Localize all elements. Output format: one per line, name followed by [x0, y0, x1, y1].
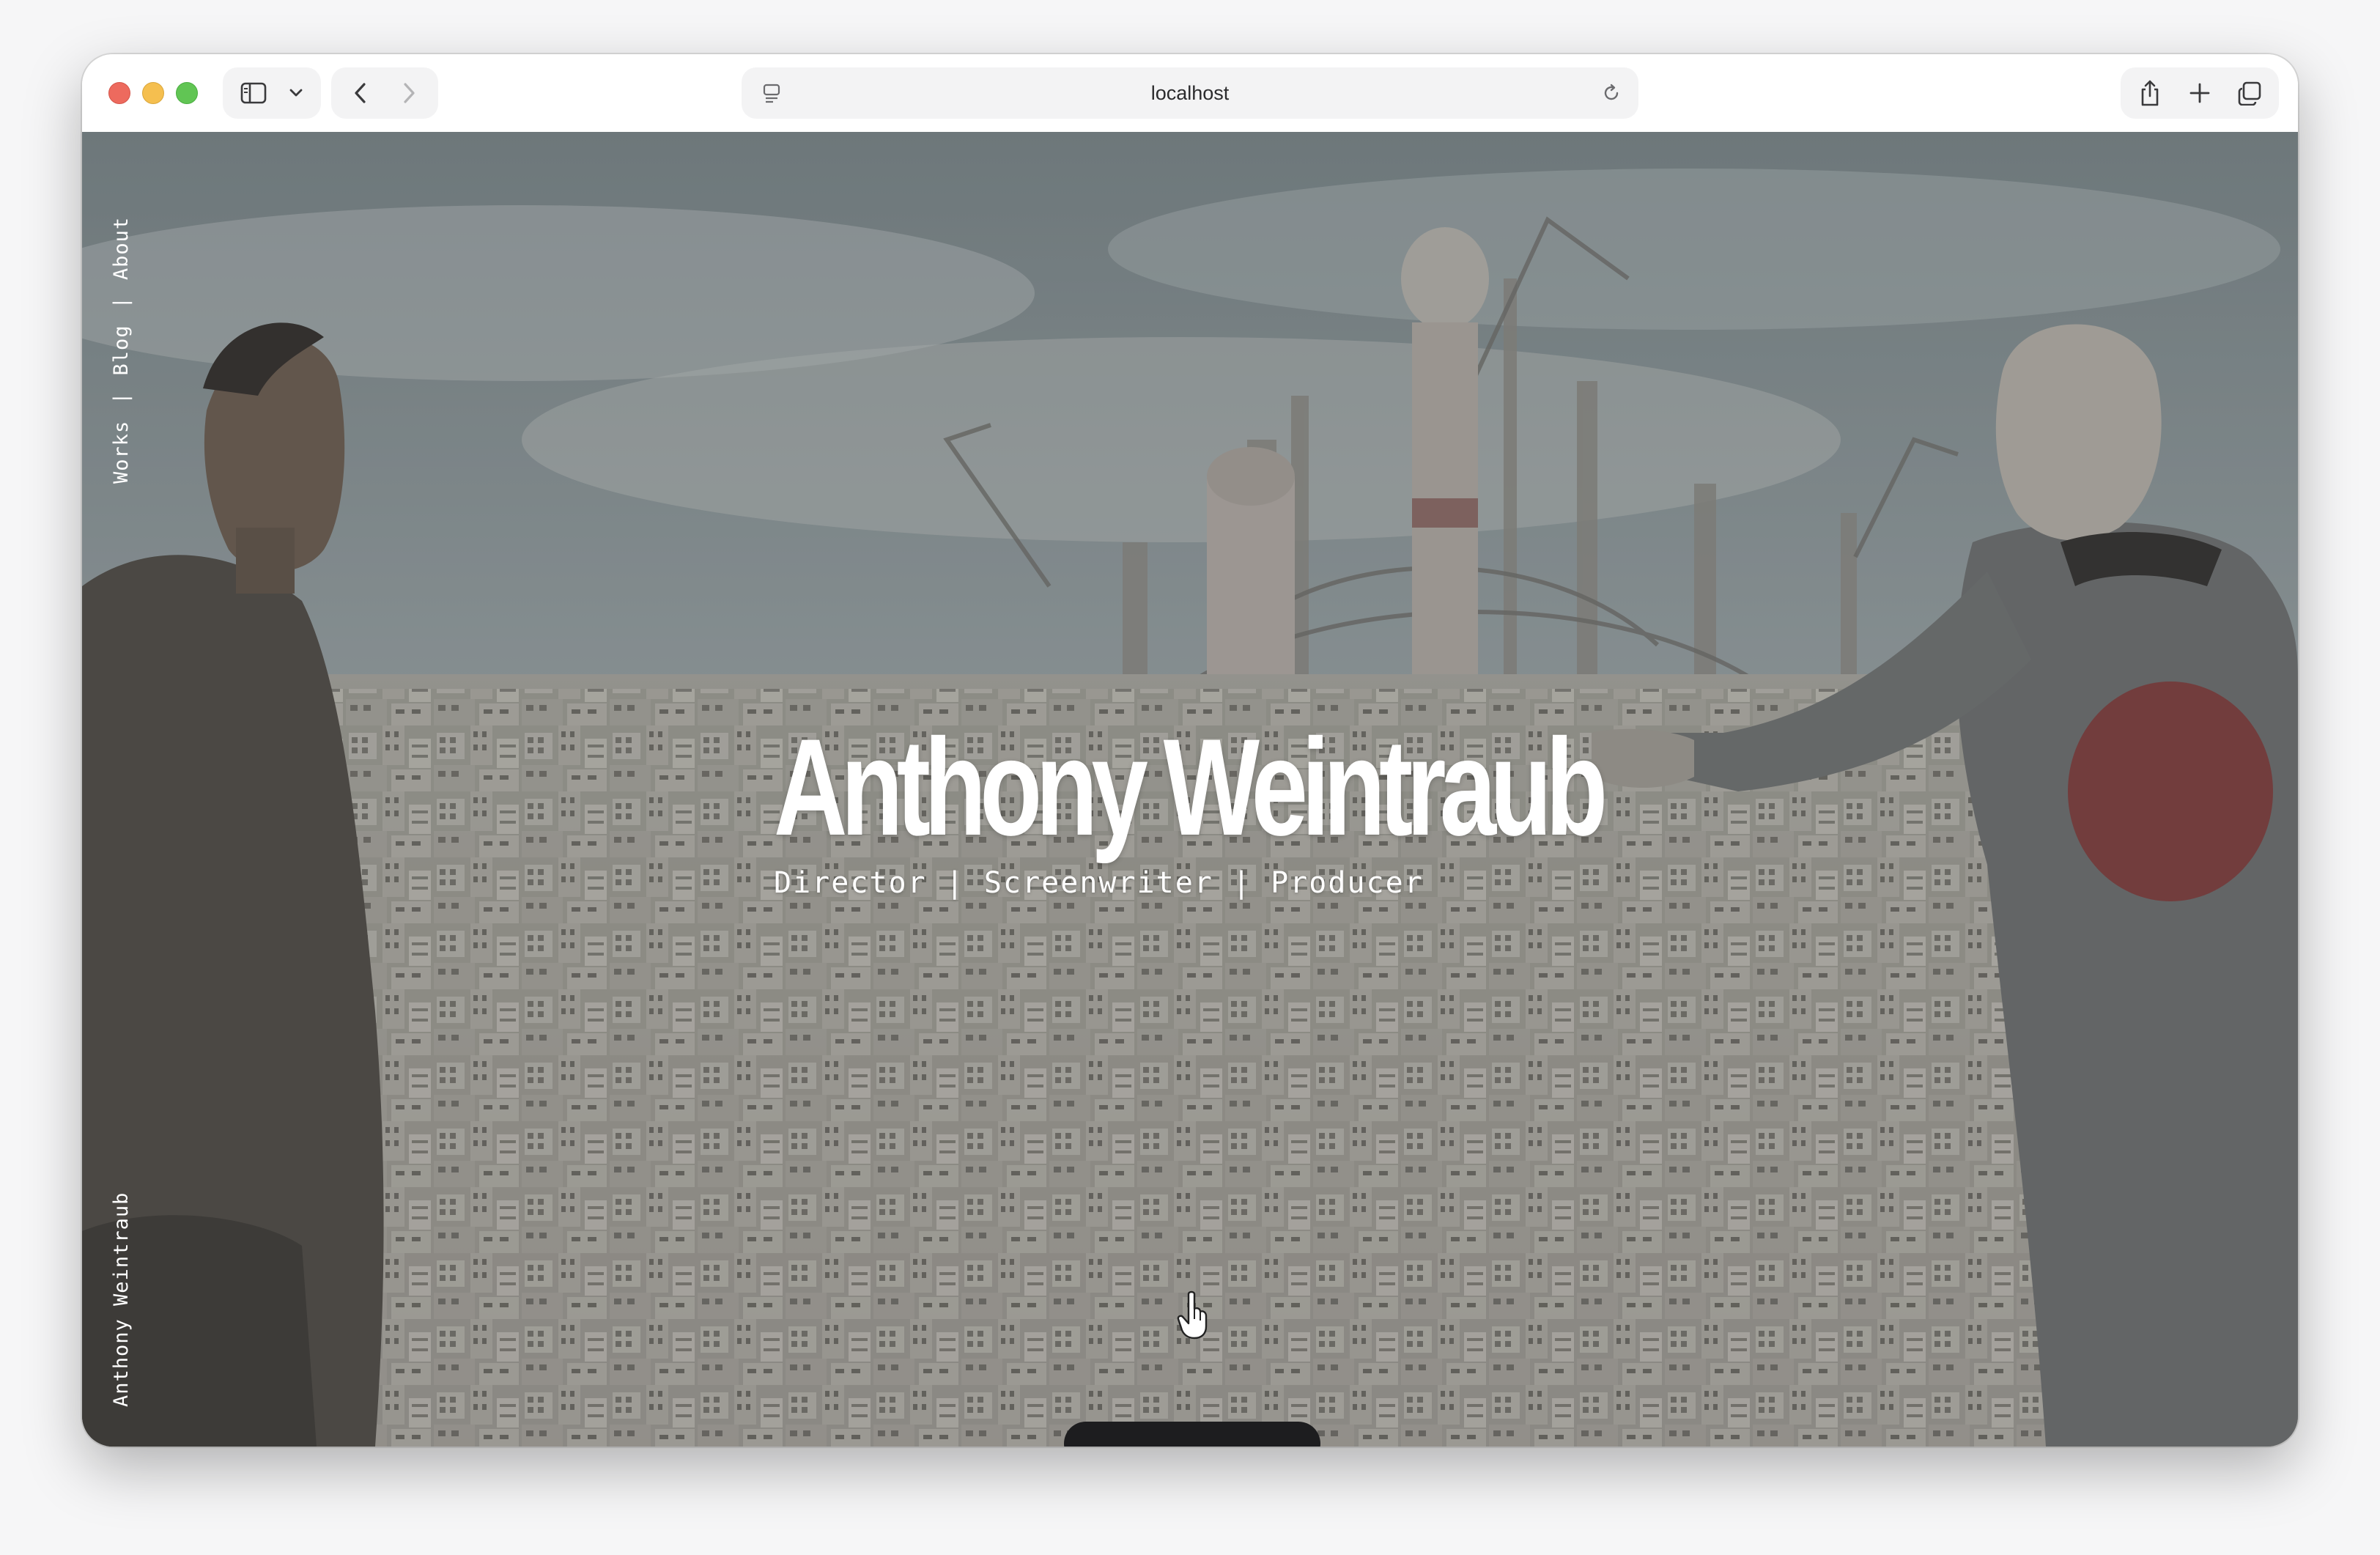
hero-block: Anthony Weintraub Director | Screenwrite…	[774, 718, 1653, 900]
forward-icon[interactable]	[387, 67, 431, 119]
plus-icon[interactable]	[2176, 67, 2223, 119]
nav-link-blog[interactable]: Blog	[110, 325, 133, 375]
share-icon[interactable]	[2126, 67, 2173, 119]
nav-separator: |	[110, 391, 133, 405]
sidebar-toggle-group	[223, 67, 321, 119]
history-nav-group	[331, 67, 438, 119]
hero-subtitle: Director | Screenwriter | Producer	[774, 866, 1424, 900]
side-navigation: Works | Blog | About	[103, 176, 147, 484]
sidebar-icon[interactable]	[232, 67, 276, 119]
chevron-down-icon[interactable]	[280, 67, 312, 119]
web-page: Works | Blog | About Anthony Weintraub Antho…	[82, 132, 2298, 1447]
url-text: localhost	[1150, 82, 1230, 104]
minimize-window-button[interactable]	[142, 82, 164, 104]
tabs-overview-icon[interactable]	[2226, 67, 2273, 119]
browser-toolbar: localhost	[82, 54, 2298, 133]
footer-name-text[interactable]: Anthony Weintraub	[110, 1192, 133, 1407]
nav-link-works[interactable]: Works	[110, 421, 133, 484]
floating-toolbar[interactable]	[1064, 1422, 1320, 1447]
nav-separator: |	[110, 296, 133, 309]
address-bar[interactable]: localhost	[742, 67, 1638, 119]
back-icon[interactable]	[339, 67, 382, 119]
window-actions-group	[2121, 67, 2279, 119]
side-footer-name: Anthony Weintraub	[103, 1187, 147, 1429]
hero-title: Anthony Weintraub	[774, 710, 1608, 864]
pointer-hand-icon	[1177, 1290, 1209, 1341]
browser-window: localhost Works|Blog|About Anthony Weint…	[82, 54, 2298, 1447]
desktop: localhost Works|Blog|About Anthony Weint…	[0, 0, 2380, 1555]
zoom-window-button[interactable]	[176, 82, 198, 104]
close-window-button[interactable]	[108, 82, 130, 104]
nav-link-about[interactable]: About	[110, 217, 133, 280]
reload-icon[interactable]	[1593, 67, 1630, 119]
